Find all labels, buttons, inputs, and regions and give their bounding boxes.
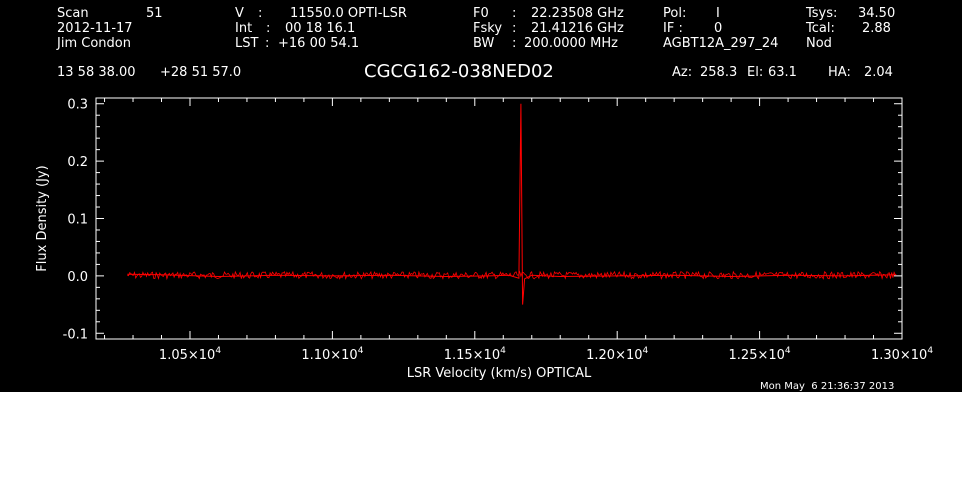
y-axis-label: Flux Density (Jy)	[35, 165, 50, 271]
x-tick-label: 1.30×104	[871, 346, 933, 363]
spectrum-panel: Scan 51 2012-11-17 Jim Condon V : 11550.…	[0, 0, 962, 392]
x-tick-label: 1.25×104	[729, 346, 791, 363]
y-tick-label: 0.1	[67, 213, 88, 228]
plot-frame	[95, 97, 903, 340]
x-tick-label: 1.20×104	[586, 346, 648, 363]
y-tick-label: 0.3	[67, 98, 88, 113]
y-tick-label: -0.1	[63, 327, 88, 342]
spectrum-chart: 1.05×104 1.10×104 1.15×104 1.20×104 1.25×104…	[35, 97, 933, 381]
y-tick-label: 0.2	[67, 155, 88, 170]
plot-timestamp: Mon May 6 21:36:37 2013	[760, 381, 895, 392]
x-tick-label: 1.15×104	[444, 346, 506, 363]
x-tick-label: 1.10×104	[301, 346, 363, 363]
x-tick-label: 1.05×104	[159, 346, 221, 363]
y-tick-label: 0.0	[67, 270, 88, 285]
x-axis-label: LSR Velocity (km/s) OPTICAL	[407, 366, 592, 381]
